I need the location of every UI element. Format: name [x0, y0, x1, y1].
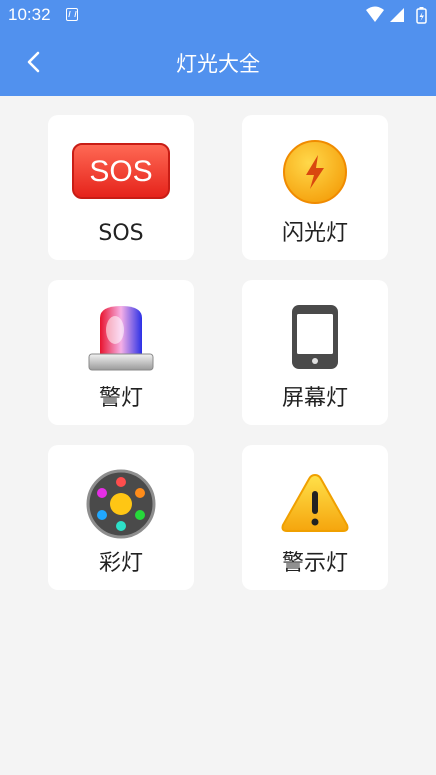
light-grid: SOS SOS 闪光灯 警灯 屏幕灯 彩灯 警示灯 [48, 115, 388, 590]
warning-icon [281, 473, 349, 532]
status-bar: 10:32 [0, 0, 436, 32]
battery-icon [416, 7, 427, 24]
card-label: SOS [98, 221, 144, 246]
sos-icon: SOS [72, 143, 170, 199]
card-label: 屏幕灯 [281, 386, 348, 411]
card-label: 闪光灯 [281, 221, 348, 246]
color-light-icon [86, 469, 156, 539]
back-button[interactable] [16, 44, 52, 80]
chevron-left-icon [27, 51, 40, 73]
card-sos[interactable]: SOS SOS [48, 115, 194, 260]
signal-icon [390, 8, 404, 22]
card-warning-light[interactable]: 警示灯 [242, 445, 388, 590]
notification-icon [66, 8, 78, 21]
card-label: 警示灯 [281, 551, 348, 576]
card-label: 警灯 [98, 386, 143, 411]
page-title: 灯光大全 [176, 52, 260, 76]
police-light-icon [88, 306, 154, 371]
sos-icon-text: SOS [89, 155, 152, 188]
status-time: 10:32 [8, 5, 51, 24]
card-screen-light[interactable]: 屏幕灯 [242, 280, 388, 425]
screen: 10:32 灯光大全 SOS SOS 闪光灯 警灯 屏幕灯 彩灯 警示灯 [0, 0, 436, 775]
app-bar: 10:32 灯光大全 [0, 0, 436, 96]
card-label: 彩灯 [98, 551, 143, 576]
flash-icon [283, 140, 347, 204]
status-icons [366, 6, 427, 24]
nav-bar: 灯光大全 [0, 32, 436, 96]
phone-screen-icon [292, 305, 338, 369]
card-police-light[interactable]: 警灯 [48, 280, 194, 425]
card-flashlight[interactable]: 闪光灯 [242, 115, 388, 260]
card-color-light[interactable]: 彩灯 [48, 445, 194, 590]
wifi-icon [366, 6, 384, 22]
